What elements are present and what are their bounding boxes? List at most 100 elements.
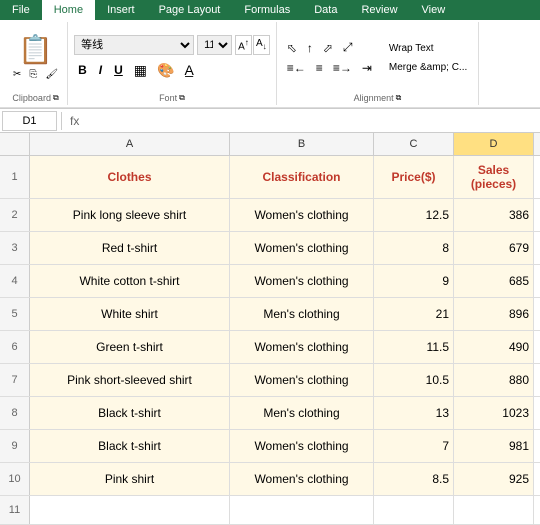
cell-5-c[interactable]: 21 [374,298,454,330]
cell-10-a[interactable]: Pink shirt [30,463,230,495]
cell-10-c[interactable]: 8.5 [374,463,454,495]
formula-input[interactable] [83,114,538,128]
row-2-num[interactable]: 2 [0,199,30,231]
empty-cell-a[interactable] [30,496,230,524]
col-header-a[interactable]: A [30,133,230,155]
col-header-c[interactable]: C [374,133,454,155]
wrap-text-button[interactable]: Wrap Text [384,41,472,56]
tab-formulas[interactable]: Formulas [232,0,302,20]
cell-2-c[interactable]: 12.5 [374,199,454,231]
tab-page-layout[interactable]: Page Layout [147,0,233,20]
cell-10-b[interactable]: Women's clothing [230,463,374,495]
cell-3-a[interactable]: Red t-shirt [30,232,230,264]
cell-9-b[interactable]: Women's clothing [230,430,374,462]
cell-7-a[interactable]: Pink short-sleeved shirt [30,364,230,396]
empty-cell-d[interactable] [454,496,534,524]
header-cell-d[interactable]: Sales (pieces) [454,156,534,198]
cell-8-a[interactable]: Black t-shirt [30,397,230,429]
cell-8-c[interactable]: 13 [374,397,454,429]
font-family-select[interactable]: 等线 [74,35,194,55]
cell-5-d[interactable]: 896 [454,298,534,330]
header-cell-a[interactable]: Clothes [30,156,230,198]
align-top-left-button[interactable]: ⬁ [283,38,301,57]
cell-7-b[interactable]: Women's clothing [230,364,374,396]
align-top-center-button[interactable]: ↑ [303,38,317,57]
cell-8-d[interactable]: 1023 [454,397,534,429]
align-top-right-button[interactable]: ⬀ [319,38,337,57]
cut-button[interactable]: ✂ [10,67,24,82]
row-1-num[interactable]: 1 [0,156,30,198]
cell-5-a[interactable]: White shirt [30,298,230,330]
cell-3-b[interactable]: Women's clothing [230,232,374,264]
font-color-button[interactable]: A̲ [181,60,196,80]
row-5-num[interactable]: 5 [0,298,30,330]
cell-4-c[interactable]: 9 [374,265,454,297]
cell-6-b[interactable]: Women's clothing [230,331,374,363]
font-increase-button[interactable]: A↑ [235,35,252,55]
cell-10-d[interactable]: 925 [454,463,534,495]
header-cell-c[interactable]: Price($) [374,156,454,198]
paste-button[interactable]: 📋 [18,33,53,66]
row-4-num[interactable]: 4 [0,265,30,297]
header-cell-b[interactable]: Classification [230,156,374,198]
indent-button[interactable]: ⇥ [358,59,376,77]
tab-file[interactable]: File [0,0,42,20]
tab-data[interactable]: Data [302,0,349,20]
cell-3-c[interactable]: 8 [374,232,454,264]
cell-2-a[interactable]: Pink long sleeve shirt [30,199,230,231]
tab-insert[interactable]: Insert [95,0,147,20]
cell-7-c[interactable]: 10.5 [374,364,454,396]
italic-button[interactable]: I [95,61,106,79]
alignment-expand[interactable]: ⧉ [396,93,402,103]
underline-button[interactable]: U [110,61,127,79]
col-header-d[interactable]: D [454,133,534,155]
row-9-num[interactable]: 9 [0,430,30,462]
format-painter-button[interactable]: 🖌 [42,67,61,82]
tab-view[interactable]: View [410,0,458,20]
alignment-buttons: ⬁ ↑ ⬀ ⤢ ≡← ≡ ≡→ ⇥ [283,38,376,77]
orientation-button[interactable]: ⤢ [339,38,357,57]
cell-4-d[interactable]: 685 [454,265,534,297]
align-right-button[interactable]: ≡→ [329,59,356,77]
row-7-num[interactable]: 7 [0,364,30,396]
cell-5-b[interactable]: Men's clothing [230,298,374,330]
row-10-num[interactable]: 10 [0,463,30,495]
cell-8-b[interactable]: Men's clothing [230,397,374,429]
cell-6-d[interactable]: 490 [454,331,534,363]
cell-9-a[interactable]: Black t-shirt [30,430,230,462]
merge-button[interactable]: Merge &amp; C... [384,60,472,75]
row-8-num[interactable]: 8 [0,397,30,429]
font-expand[interactable]: ⧉ [179,93,185,103]
fill-color-button[interactable]: 🎨 [154,60,177,81]
cell-3-d[interactable]: 679 [454,232,534,264]
clipboard-expand[interactable]: ⧉ [53,93,59,103]
align-center-button[interactable]: ≡ [312,59,327,77]
font-decrease-button[interactable]: A↓ [253,35,270,55]
row-3-num[interactable]: 3 [0,232,30,264]
data-row-7: 7 Pink short-sleeved shirt Women's cloth… [0,364,540,397]
empty-cell-b[interactable] [230,496,374,524]
cell-reference-input[interactable] [2,111,57,131]
bold-button[interactable]: B [74,61,91,79]
cell-9-c[interactable]: 7 [374,430,454,462]
cell-6-a[interactable]: Green t-shirt [30,331,230,363]
cell-2-b[interactable]: Women's clothing [230,199,374,231]
cell-7-d[interactable]: 880 [454,364,534,396]
cell-6-c[interactable]: 11.5 [374,331,454,363]
border-button[interactable]: ▦ [131,60,150,81]
tab-review[interactable]: Review [349,0,409,20]
cell-2-d[interactable]: 386 [454,199,534,231]
tab-home[interactable]: Home [42,0,95,20]
align-left-button[interactable]: ≡← [283,59,310,77]
empty-cell-c[interactable] [374,496,454,524]
row-11-num[interactable]: 11 [0,496,30,524]
cell-4-a[interactable]: White cotton t-shirt [30,265,230,297]
cell-4-b[interactable]: Women's clothing [230,265,374,297]
fx-label: fx [66,114,83,128]
row-6-num[interactable]: 6 [0,331,30,363]
font-size-select[interactable]: 11 [197,35,232,55]
header-row: 1 Clothes Classification Price($) Sales … [0,156,540,199]
copy-button[interactable]: ⎘ [26,67,40,82]
cell-9-d[interactable]: 981 [454,430,534,462]
col-header-b[interactable]: B [230,133,374,155]
